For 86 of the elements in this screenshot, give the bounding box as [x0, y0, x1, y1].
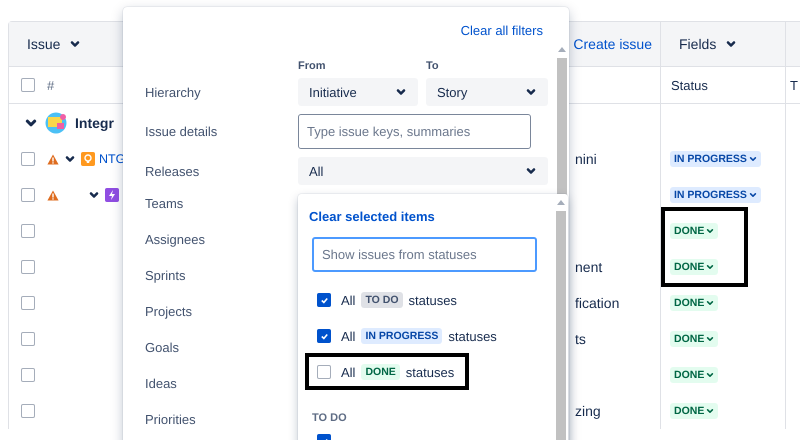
- checkmark-icon: [320, 332, 328, 340]
- warning-icon: [47, 190, 59, 200]
- field-label: From: [298, 60, 326, 72]
- option-label: statuses: [408, 292, 457, 308]
- checkbox[interactable]: [21, 332, 35, 346]
- issue-menu-button[interactable]: Issue: [23, 32, 84, 56]
- chevron-down-icon: [65, 154, 75, 164]
- lightning-icon: [105, 188, 119, 202]
- checkbox[interactable]: [21, 78, 35, 92]
- scroll-up-arrow-icon[interactable]: [558, 47, 566, 52]
- project-avatar-icon: [45, 112, 67, 134]
- warning-icon: [47, 154, 59, 164]
- filter-label: Teams: [145, 194, 184, 212]
- issue-summary: fication: [575, 295, 620, 311]
- chevron-down-icon: [706, 263, 714, 271]
- option-label: All: [341, 364, 356, 380]
- create-issue-link[interactable]: Create issue: [573, 36, 652, 52]
- status-lozenge: TO DO: [361, 292, 403, 308]
- chevron-down-icon: [706, 299, 714, 307]
- chevron-down-icon: [726, 39, 736, 49]
- issue-summary: nini: [575, 151, 597, 167]
- checkbox[interactable]: [21, 404, 35, 418]
- to-select[interactable]: Story: [426, 78, 548, 106]
- filter-label: Priorities: [145, 410, 197, 428]
- chevron-down-icon: [706, 407, 714, 415]
- lightbulb-icon: [81, 152, 95, 166]
- status-lozenge: DONE: [361, 364, 400, 380]
- filter-label: Goals: [145, 338, 180, 356]
- chevron-down-icon: [706, 335, 714, 343]
- group-title: Integr: [75, 114, 114, 130]
- chevron-icon: [25, 116, 37, 128]
- checkbox[interactable]: [21, 260, 35, 274]
- checkbox[interactable]: [317, 329, 331, 343]
- chevron-down-icon: [706, 371, 714, 379]
- scrollbar[interactable]: [556, 211, 566, 440]
- checkbox[interactable]: [317, 293, 331, 307]
- option-label: All: [341, 292, 356, 308]
- status-lozenge[interactable]: DONE: [670, 223, 718, 239]
- issue-summary: ts: [575, 331, 586, 347]
- column-header: T: [790, 78, 798, 92]
- chevron-down-icon: [70, 39, 80, 49]
- filter-label: Issue details: [145, 123, 218, 141]
- filter-label: Ideas: [145, 374, 178, 392]
- filter-label: Releases: [145, 162, 200, 180]
- checkbox[interactable]: [21, 224, 35, 238]
- status-lozenge[interactable]: IN PROGRESS: [670, 187, 761, 203]
- chevron-down-icon: [526, 87, 536, 97]
- releases-select[interactable]: All: [298, 157, 548, 185]
- issue-summary: nent: [575, 259, 602, 275]
- status-search-field[interactable]: Show issues from statuses: [312, 237, 537, 272]
- status-lozenge: IN PROGRESS: [361, 328, 442, 344]
- status-lozenge[interactable]: DONE: [670, 331, 718, 347]
- scroll-up-arrow-icon[interactable]: [557, 200, 565, 205]
- option-label: All: [341, 328, 356, 344]
- column-header: Status: [671, 78, 708, 92]
- checkbox[interactable]: [21, 296, 35, 310]
- chevron-down-icon: [706, 227, 714, 235]
- filter-label: Sprints: [145, 266, 186, 285]
- column-header: #: [47, 78, 54, 92]
- filter-label: Projects: [145, 302, 193, 321]
- checkbox[interactable]: [317, 365, 331, 379]
- chevron-down-icon: [748, 155, 757, 163]
- chevron-down-icon: [748, 191, 757, 199]
- clear-all-filters-link[interactable]: Clear all filters: [460, 18, 543, 43]
- option-label: statuses: [406, 364, 454, 380]
- checkmark-icon: [320, 296, 328, 304]
- checkbox[interactable]: [21, 368, 35, 382]
- status-lozenge[interactable]: DONE: [670, 403, 718, 419]
- option-label: statuses: [448, 328, 497, 344]
- issue-details-field[interactable]: Type issue keys, summaries: [298, 114, 531, 149]
- chevron-down-icon: [396, 87, 406, 97]
- status-lozenge[interactable]: IN PROGRESS: [670, 151, 761, 167]
- from-select[interactable]: Initiative: [298, 78, 418, 106]
- checkbox[interactable]: [21, 188, 35, 202]
- status-lozenge[interactable]: DONE: [670, 367, 718, 383]
- filter-label: Assignees: [145, 230, 206, 249]
- status-lozenge[interactable]: DONE: [670, 259, 718, 275]
- group-heading: TO DO: [311, 411, 348, 426]
- issue-summary: zing: [575, 403, 601, 419]
- chevron-down-icon: [89, 190, 99, 200]
- checkbox[interactable]: [21, 152, 35, 166]
- chevron-down-icon: [526, 166, 536, 176]
- clear-selected-link[interactable]: Clear selected items: [309, 209, 435, 224]
- filter-label: Hierarchy: [145, 84, 202, 102]
- field-label: To: [426, 60, 440, 72]
- status-lozenge[interactable]: DONE: [670, 295, 718, 311]
